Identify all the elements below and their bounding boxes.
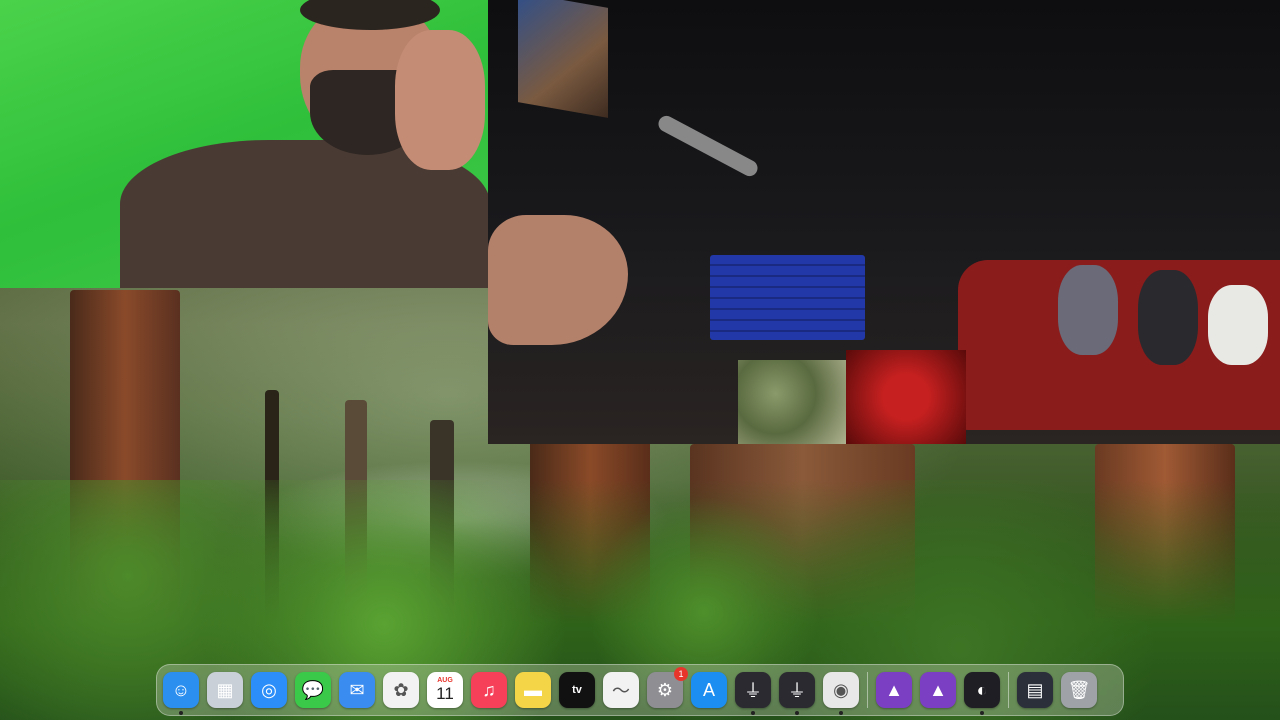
dock-separator <box>867 672 868 708</box>
dock-screen-recorder-icon[interactable]: ▤ <box>1017 672 1053 708</box>
dock-safari-icon[interactable]: ◎ <box>251 672 287 708</box>
notification-badge: 1 <box>674 667 688 681</box>
red-camo-table <box>846 350 966 444</box>
calendar-day: 11 <box>436 684 454 703</box>
dock-audio-mixer-2-icon[interactable]: ⏚ <box>779 672 815 715</box>
foreground-arm <box>488 215 628 345</box>
running-indicator <box>179 711 183 715</box>
apple-tv-label: tv <box>572 684 582 696</box>
person-hand <box>395 30 485 170</box>
blue-toolbox <box>710 255 865 340</box>
webcam-video-window[interactable] <box>0 0 488 288</box>
dock-chrome-icon[interactable]: ◉ <box>823 672 859 715</box>
dock: ☺ ▦ ◎ 💬 ✉ ✿ AUG 11 ♫ ▬ tv 〜 ⚙ 1 A ⏚ ⏚ ◉ ▲ ▲ ◐ ▤ 🗑 <box>156 664 1124 716</box>
dock-audio-mixer-1-icon[interactable]: ⏚ <box>735 672 771 715</box>
dock-obs-purple-2-icon[interactable]: ▲ <box>920 672 956 708</box>
running-indicator <box>751 711 755 715</box>
webcam-person <box>120 0 488 288</box>
dock-obs-purple-1-icon[interactable]: ▲ <box>876 672 912 708</box>
dock-separator <box>1008 672 1009 708</box>
seated-people <box>1058 265 1268 385</box>
dock-finder-icon[interactable]: ☺ <box>163 672 199 715</box>
dock-freeform-icon[interactable]: 〜 <box>603 672 639 708</box>
seated-person <box>1058 265 1118 355</box>
dock-messages-icon[interactable]: 💬 <box>295 672 331 708</box>
dock-music-icon[interactable]: ♫ <box>471 672 507 708</box>
dock-obs-icon[interactable]: ◐ <box>964 672 1000 715</box>
running-indicator <box>795 711 799 715</box>
dock-photos-icon[interactable]: ✿ <box>383 672 419 708</box>
seated-person <box>1138 270 1198 365</box>
studio-video-window[interactable] <box>488 0 1280 444</box>
dock-trash-icon[interactable]: 🗑 <box>1061 672 1097 708</box>
running-indicator <box>980 711 984 715</box>
dock-launchpad-icon[interactable]: ▦ <box>207 672 243 708</box>
dock-mail-icon[interactable]: ✉ <box>339 672 375 708</box>
dock-calendar-icon[interactable]: AUG 11 <box>427 672 463 708</box>
dock-system-settings-icon[interactable]: ⚙ 1 <box>647 667 688 708</box>
running-indicator <box>839 711 843 715</box>
dock-app-store-icon[interactable]: A <box>691 672 727 708</box>
wall-poster <box>518 0 608 118</box>
seated-person <box>1208 285 1268 365</box>
microphone <box>655 113 761 179</box>
dock-notes-icon[interactable]: ▬ <box>515 672 551 708</box>
dock-apple-tv-icon[interactable]: tv <box>559 672 595 708</box>
camo-table <box>738 360 863 444</box>
